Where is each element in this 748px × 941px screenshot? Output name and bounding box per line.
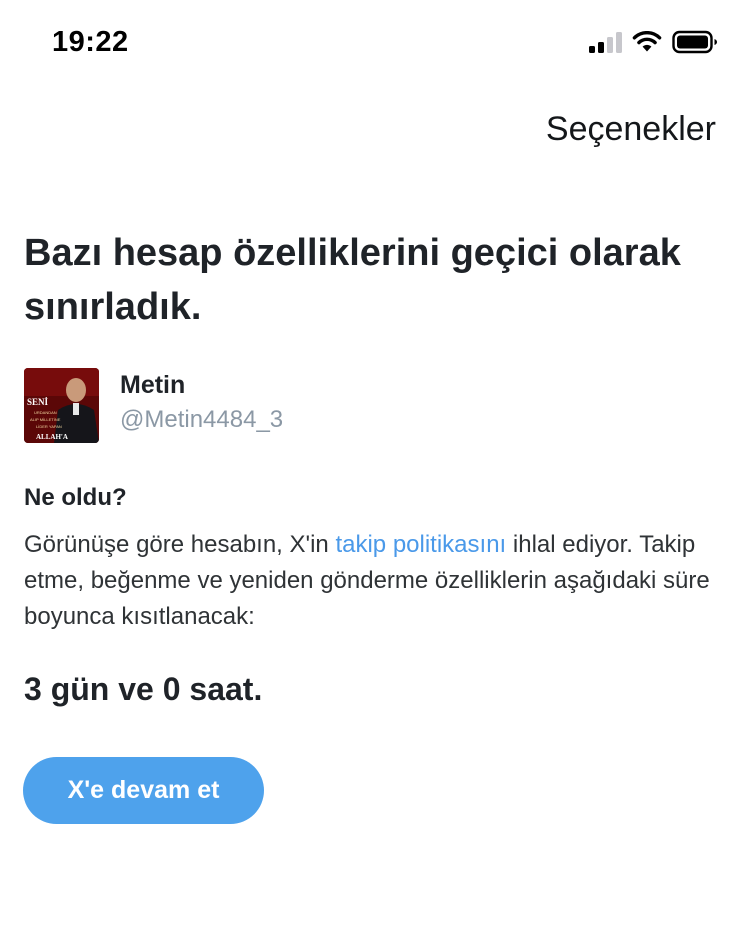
avatar-text-3: ALIP MİLLETİNE	[30, 417, 61, 422]
follow-policy-link[interactable]: takip politikasını	[335, 531, 506, 558]
account-card: SENİ URDANDAN ALIP MİLLETİNE LİDER YAPAN…	[24, 368, 283, 443]
battery-icon	[672, 30, 717, 54]
avatar-text-1: SENİ	[27, 397, 49, 407]
status-time: 19:22	[52, 26, 129, 58]
wifi-icon	[632, 31, 662, 52]
cellular-signal-icon	[589, 31, 622, 53]
options-link[interactable]: Seçenekler	[546, 110, 716, 149]
avatar-image: SENİ URDANDAN ALIP MİLLETİNE LİDER YAPAN…	[24, 368, 99, 443]
continue-button[interactable]: X'e devam et	[23, 757, 264, 824]
user-handle: @Metin4484_3	[120, 406, 284, 433]
status-icons	[589, 30, 718, 54]
avatar-text-4: LİDER YAPAN	[36, 424, 62, 429]
avatar-text-5: ALLAH'A	[36, 433, 68, 441]
restriction-duration: 3 gün ve 0 saat.	[24, 671, 263, 707]
avatar: SENİ URDANDAN ALIP MİLLETİNE LİDER YAPAN…	[24, 368, 99, 443]
avatar-text-2: URDANDAN	[34, 410, 57, 415]
status-bar: 19:22	[0, 0, 748, 84]
page-title: Bazı hesap özelliklerini geçici olarak s…	[24, 232, 681, 328]
explanation-text-start: Görünüşe göre hesabın, X'in	[24, 531, 336, 558]
section-title: Ne oldu?	[24, 484, 127, 511]
display-name: Metin	[120, 371, 186, 399]
restriction-explanation: Görünüşe göre hesabın, X'in takip politi…	[24, 527, 714, 635]
account-info: Metin @Metin4484_3	[120, 368, 283, 436]
